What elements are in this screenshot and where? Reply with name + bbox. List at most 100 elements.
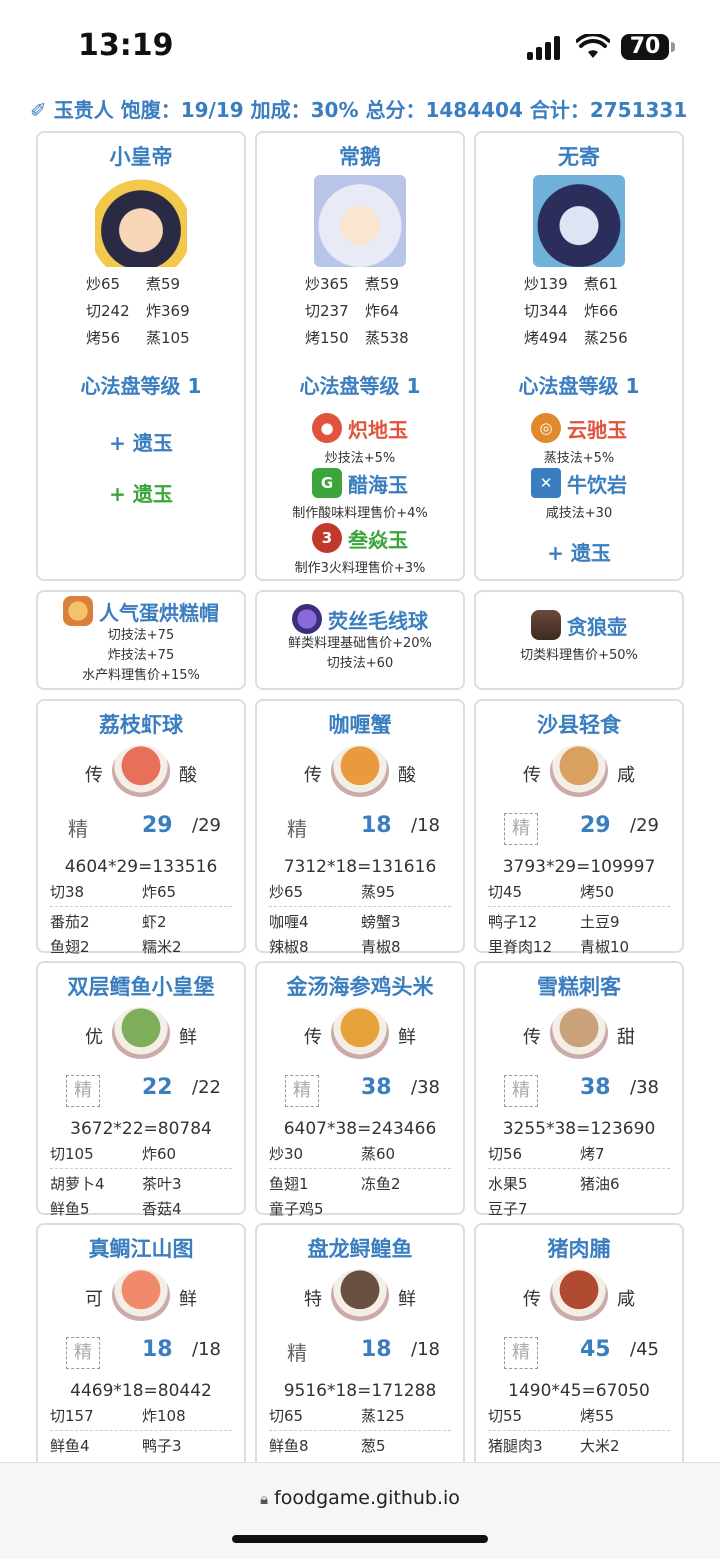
jade-slot[interactable]: G 醋海玉 (257, 468, 463, 498)
quality-box[interactable]: 精 (504, 813, 538, 845)
quality-box[interactable]: 精 (285, 1075, 319, 1107)
dish-name: 猪肉脯 (547, 1237, 611, 1261)
dish-ingredients: 胡萝卜4 茶叶3 鲜鱼5 香菇4 (50, 1173, 244, 1219)
dish-count[interactable]: 29 (142, 813, 173, 838)
dish-skills: 切65 蒸125 (269, 1405, 463, 1426)
dish-image (331, 1269, 389, 1321)
stat: 烤150 (305, 329, 349, 347)
dish-card[interactable]: 盘龙鲟鳇鱼特鲜精18/189516*18=171288切65蒸125鲜鱼8葱5辣… (255, 1223, 465, 1483)
equip-card[interactable]: 人气蛋烘糕帽 切技法+75 炸技法+75 水产料理售价+15% (36, 590, 246, 690)
dish-skills: 切157 炸108 (50, 1405, 244, 1426)
quality-box[interactable]: 精 (504, 1075, 538, 1107)
stat: 煮59 (146, 275, 181, 293)
divider (269, 1430, 451, 1431)
dish-card[interactable]: 咖喱蟹传 酸精 18/18 7312*18=131616 炒65 蒸95 咖喱4 螃蟹3 辣椒8… (255, 699, 465, 956)
dish-skills: 切55 烤55 (488, 1405, 682, 1426)
quality-box[interactable]: 精 (66, 1075, 100, 1107)
dish-taste: 酸 (179, 765, 197, 786)
stat: 切242 (86, 302, 130, 320)
skill-req: 切55 (488, 1407, 523, 1425)
dish-count[interactable]: 18 (361, 813, 392, 838)
add-jade-button[interactable]: + 遗玉 (38, 478, 244, 507)
skill-req: 烤50 (580, 883, 615, 901)
yarn-ball-icon (292, 604, 322, 634)
equip-desc: 切类料理售价+50% (520, 648, 638, 663)
dish-count[interactable]: 18 (142, 1337, 173, 1362)
dish-max: /45 (630, 1339, 659, 1360)
quality-box[interactable]: 精 (66, 1337, 100, 1369)
stat: 蒸256 (584, 329, 628, 347)
skill-req: 切38 (50, 883, 85, 901)
dish-image (331, 745, 389, 797)
cake-hat-icon (63, 596, 93, 626)
dish-count[interactable]: 38 (580, 1075, 611, 1100)
dish-card[interactable]: 真鲷江山图可 鲜精 18/18 4469*18=80442 切157 炸108 鲜鱼4 鸭子3… (36, 1223, 246, 1483)
stat: 炸66 (584, 302, 619, 320)
cloud-jade-icon: ◎ (531, 413, 561, 443)
skill-req: 炸60 (142, 1145, 177, 1163)
jade-slot[interactable]: ◎ 云驰玉 (476, 413, 682, 443)
dish-score-formula: 3793*29=109997 (502, 857, 656, 877)
ingredient: 辣椒8 (269, 938, 309, 956)
jade-slot[interactable]: ● 炽地玉 (257, 413, 463, 443)
dish-taste: 咸 (617, 1289, 635, 1310)
ingredient: 猪油6 (580, 1175, 620, 1193)
fire-jade-icon: ● (312, 413, 342, 443)
dish-count[interactable]: 22 (142, 1075, 173, 1100)
dish-count[interactable]: 18 (361, 1337, 392, 1362)
stat: 煮59 (365, 275, 400, 293)
dish-rank: 传 (304, 765, 322, 786)
wifi-icon (576, 34, 610, 58)
url-bar[interactable]: 🔒︎ foodgame.github.io (0, 1487, 720, 1509)
equip-card[interactable]: 贪狼壶 切类料理售价+50% (474, 590, 684, 690)
add-jade-button[interactable]: + 遗玉 (476, 537, 682, 566)
dish-name: 盘龙鲟鳇鱼 (307, 1237, 413, 1261)
dish-count[interactable]: 29 (580, 813, 611, 838)
dish-count[interactable]: 38 (361, 1075, 392, 1100)
stat: 煮61 (584, 275, 619, 293)
ingredient: 胡萝卜4 (50, 1175, 105, 1193)
ingredient: 豆子7 (488, 1200, 528, 1218)
dish-card[interactable]: 双层鳕鱼小皇堡优 鲜精 22/22 3672*22=80784 切105 炸60 胡萝卜4 茶… (36, 961, 246, 1218)
ingredient: 猪腿肉3 (488, 1437, 543, 1455)
home-indicator[interactable] (232, 1535, 488, 1543)
dish-card[interactable]: 沙县轻食传 咸精 29/29 3793*29=109997 切45 烤50 鸭子12 土豆9 里… (474, 699, 684, 956)
signal-icon (527, 36, 563, 60)
dish-card[interactable]: 猪肉脯传 咸精 45/45 1490*45=67050 切55 烤55 猪腿肉3 大米2 (474, 1223, 684, 1483)
dish-max: /38 (411, 1077, 440, 1098)
skill-req: 切65 (269, 1407, 304, 1425)
dish-rank: 可 (85, 1289, 103, 1310)
ingredient: 青椒8 (361, 938, 401, 956)
dish-card[interactable]: 金汤海参鸡头米传 鲜精 38/38 6407*38=243466 炒30 蒸60 鱼翅1 冻鱼… (255, 961, 465, 1218)
divider (50, 1430, 232, 1431)
ox-rock-icon: ✕ (531, 468, 561, 498)
ingredient: 童子鸡5 (269, 1200, 324, 1218)
jade-name: 云驰玉 (567, 417, 627, 442)
jade-slot[interactable]: ✕ 牛饮岩 (476, 468, 682, 498)
dish-rank: 传 (85, 765, 103, 786)
dish-card[interactable]: 雪糕刺客传 甜精 38/38 3255*38=123690 切56 烤7 水果5 猪油6 豆子7 (474, 961, 684, 1218)
dish-name: 金汤海参鸡头米 (286, 975, 434, 999)
skill-req: 炸108 (142, 1407, 186, 1425)
ingredient: 香菇4 (142, 1200, 182, 1218)
lock-icon: 🔒︎ (260, 1490, 269, 1508)
dish-count[interactable]: 45 (580, 1337, 611, 1362)
wolf-pot-icon (531, 610, 561, 640)
stat: 烤56 (86, 329, 121, 347)
ingredient: 咖喱4 (269, 913, 309, 931)
dish-max: /18 (411, 815, 440, 836)
chef-card[interactable]: 无寄 炒139 煮61 切344 炸66 烤494 蒸256 心法盘等级 1 ◎ 云驰… (474, 131, 684, 581)
dish-score-formula: 6407*38=243466 (283, 1119, 437, 1139)
jade-desc: 制作酸味料理售价+4% (292, 506, 428, 521)
quality-box[interactable]: 精 (504, 1337, 538, 1369)
chef-card[interactable]: 常鹅 炒365 煮59 切237 炸64 烤150 蒸538 心法盘等级 1 ● 炽地… (255, 131, 465, 581)
dish-skills: 切45 烤50 (488, 881, 682, 902)
chef-card[interactable]: 小皇帝 炒65 煮59 切242 炸369 烤56 蒸105 心法盘等级 1 + 遗玉… (36, 131, 246, 581)
dish-name: 沙县轻食 (537, 713, 621, 737)
dish-name: 荔枝虾球 (99, 713, 183, 737)
add-jade-button[interactable]: + 遗玉 (38, 427, 244, 456)
dish-rank: 特 (304, 1289, 322, 1310)
jade-slot[interactable]: 3 叁焱玉 (257, 523, 463, 553)
equip-card[interactable]: 荧丝毛线球 鲜类料理基础售价+20% 切技法+60 (255, 590, 465, 690)
dish-card[interactable]: 荔枝虾球传 酸精 29/29 4604*29=133516 切38 炸65 番茄2 虾2 鱼翅2… (36, 699, 246, 956)
